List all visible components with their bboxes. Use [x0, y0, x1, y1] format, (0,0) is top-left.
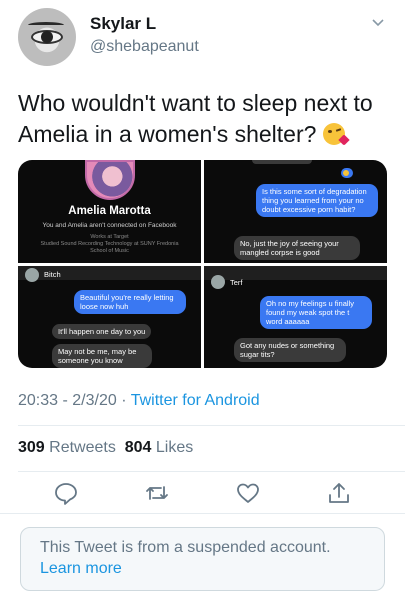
- contact-avatar: [25, 268, 39, 282]
- tweet-source-link[interactable]: Twitter for Android: [131, 392, 260, 409]
- author-name[interactable]: Skylar L: [90, 14, 156, 34]
- tweet-actions: [0, 480, 405, 510]
- profile-study: Studied Sound Recording Technology at SU…: [40, 241, 179, 254]
- avatar[interactable]: [18, 8, 76, 66]
- profile-photo: [85, 160, 135, 200]
- divider: [18, 471, 405, 472]
- chevron-down-icon[interactable]: [371, 16, 385, 30]
- received-message: May not be me, may be someone you know: [52, 344, 152, 368]
- retweet-icon[interactable]: [144, 480, 170, 506]
- cut-off-message: [252, 160, 312, 164]
- received-message: No, just the joy of seeing your mangled …: [234, 236, 360, 260]
- tweet-header: Skylar L @shebapeanut: [0, 0, 405, 80]
- profile-details: Works at Target Studied Sound Recording …: [18, 234, 201, 255]
- reply-icon[interactable]: [53, 480, 79, 506]
- share-icon[interactable]: [326, 480, 352, 506]
- retweets-label: Retweets: [49, 439, 116, 456]
- sent-message: Is this some sort of degradation thing y…: [256, 184, 378, 217]
- media-image-profile[interactable]: Amelia Marotta You and Amelia aren't con…: [18, 160, 201, 263]
- tweet-time: 20:33: [18, 392, 59, 409]
- sent-message: Oh no my feelings u finally found my wea…: [260, 296, 372, 329]
- media-image-chat-3[interactable]: Terf Oh no my feelings u finally found m…: [204, 266, 387, 368]
- reaction-icon: [341, 168, 353, 178]
- retweets-count: 309: [18, 439, 45, 456]
- learn-more-link[interactable]: Learn more: [40, 560, 122, 578]
- media-image-chat-1[interactable]: Is this some sort of degradation thing y…: [204, 160, 387, 263]
- contact-avatar: [211, 275, 225, 289]
- meta-separator: ·: [116, 392, 131, 409]
- tweet-media-grid[interactable]: Amelia Marotta You and Amelia aren't con…: [18, 160, 387, 368]
- tweet-meta: 20:33 - 2/3/20 · Twitter for Android: [18, 392, 260, 409]
- contact-name: Terf: [230, 278, 243, 287]
- profile-work: Works at Target: [90, 234, 129, 240]
- media-image-chat-2[interactable]: Bitch Beautiful you're really letting lo…: [18, 266, 201, 368]
- like-icon[interactable]: [235, 480, 261, 506]
- author-handle[interactable]: @shebapeanut: [90, 38, 199, 56]
- received-message: Got any nudes or something sugar tits?: [234, 338, 346, 362]
- tweet-date: 2/3/20: [72, 392, 117, 409]
- sent-message: Beautiful you're really letting loose no…: [74, 290, 186, 314]
- received-message: It'll happen one day to you: [52, 324, 152, 339]
- profile-connection: You and Amelia aren't connected on Faceb…: [42, 222, 177, 229]
- likes-label: Likes: [155, 439, 194, 456]
- suspended-account-notice: This Tweet is from a suspended account. …: [20, 527, 385, 591]
- divider: [18, 425, 405, 426]
- notice-text: This Tweet is from a suspended account.: [40, 539, 331, 556]
- divider: [0, 513, 405, 514]
- retweets-stat[interactable]: 309 Retweets: [18, 439, 116, 456]
- contact-name: Bitch: [44, 270, 61, 279]
- profile-name: Amelia Marotta: [68, 205, 151, 217]
- likes-stat[interactable]: 804 Likes: [125, 439, 194, 456]
- kiss-emoji-icon: [322, 123, 350, 146]
- tweet-stats: 309 Retweets 804 Likes: [18, 439, 193, 457]
- tweet-body: Who wouldn't want to sleep next to Ameli…: [18, 90, 373, 147]
- tweet-text: Who wouldn't want to sleep next to Ameli…: [18, 88, 393, 150]
- likes-count: 804: [124, 439, 152, 456]
